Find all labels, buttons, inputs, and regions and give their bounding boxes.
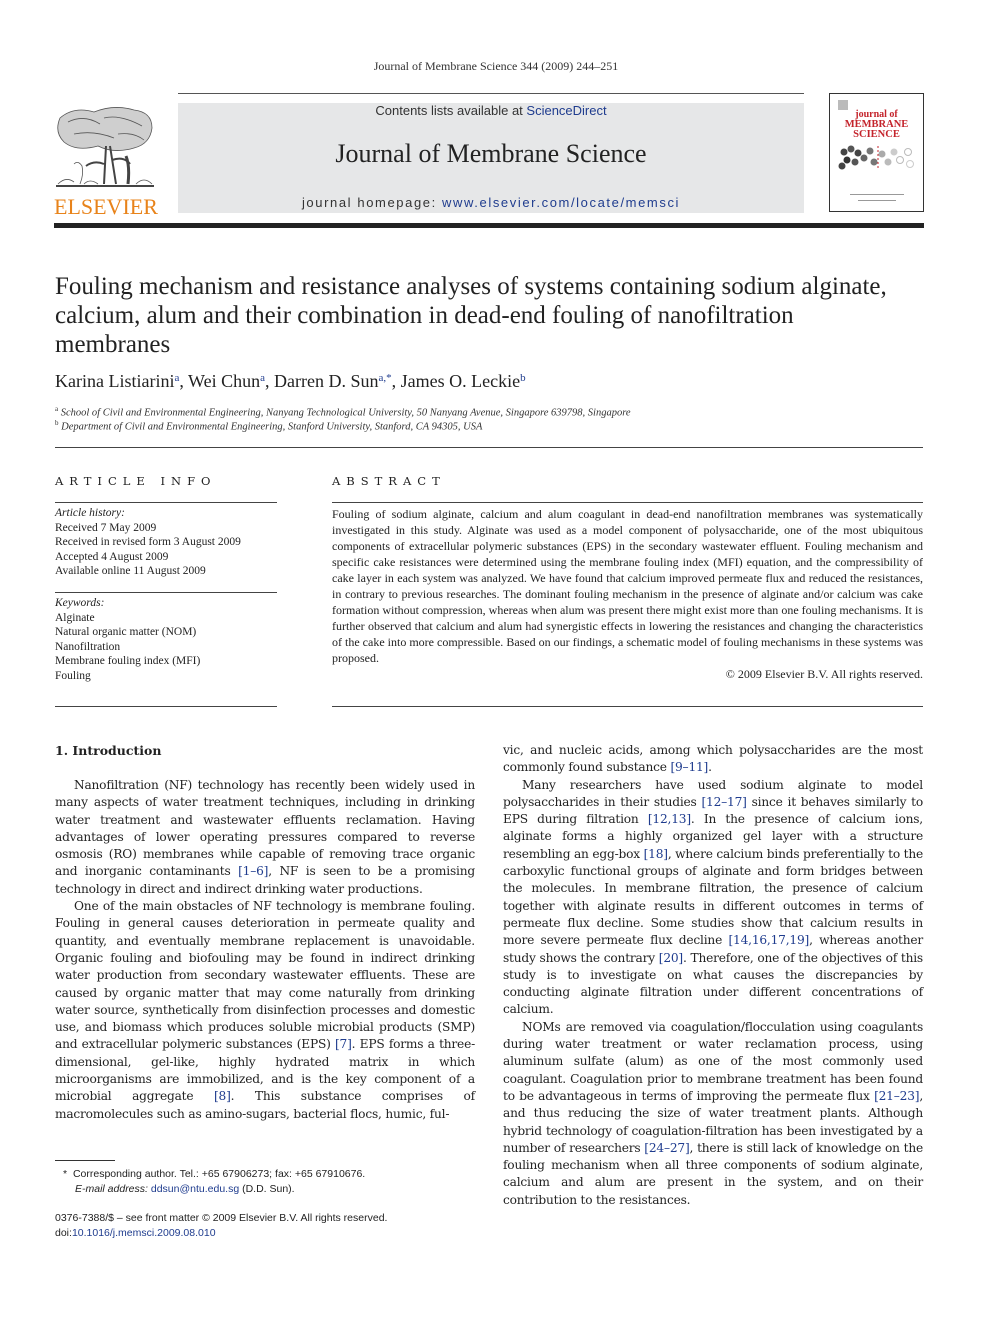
citation-link[interactable]: [21–23] xyxy=(874,1089,919,1103)
abstract-copyright: © 2009 Elsevier B.V. All rights reserved… xyxy=(725,667,923,681)
article-info-rule xyxy=(55,706,277,707)
citation-link[interactable]: [18] xyxy=(644,847,668,861)
elsevier-logo-text: ELSEVIER xyxy=(54,194,158,219)
running-head: Journal of Membrane Science 344 (2009) 2… xyxy=(373,59,619,73)
body-paragraph: Nanofiltration (NF) technology has recen… xyxy=(55,777,475,898)
article-title: Fouling mechanism and resistance analyse… xyxy=(55,273,887,358)
citation-link[interactable]: [7] xyxy=(335,1037,352,1051)
homepage-prefix: journal homepage: xyxy=(301,195,443,210)
author-name: Karina Listiarini xyxy=(55,371,175,391)
journal-title: Journal of Membrane Science xyxy=(335,139,647,168)
sciencedirect-link[interactable]: ScienceDirect xyxy=(526,103,606,118)
front-matter-footnote: 0376-7388/$ – see front matter © 2009 El… xyxy=(55,1211,387,1241)
journal-banner: Contents lists available at ScienceDirec… xyxy=(178,103,804,213)
cover-title: journal of MEMBRANE SCIENCE xyxy=(830,110,923,140)
elsevier-logo[interactable]: ELSEVIER xyxy=(54,104,158,219)
section-divider xyxy=(55,447,923,448)
contents-prefix: Contents lists available at xyxy=(375,103,527,118)
email-suffix: (D.D. Sun). xyxy=(239,1183,295,1195)
citation-link[interactable]: [12–17] xyxy=(701,795,746,809)
history-entry: Received 7 May 2009 xyxy=(55,521,157,534)
masthead-thick-rule xyxy=(54,223,924,228)
header-rule xyxy=(178,93,804,94)
body-paragraph: Many researchers have used sodium algina… xyxy=(503,777,923,1019)
history-entry: Received in revised form 3 August 2009 xyxy=(55,536,241,548)
article-history-label: Article history: xyxy=(55,507,125,519)
footnote-rule xyxy=(55,1160,115,1161)
body-column-left: Nanofiltration (NF) technology has recen… xyxy=(55,777,475,1123)
author-affiliation-mark[interactable]: a,* xyxy=(378,372,391,384)
corresponding-author-footnote: * Corresponding author. Tel.: +65 679062… xyxy=(55,1167,365,1197)
citation-link[interactable]: [24–27] xyxy=(644,1141,689,1155)
author-affiliation-mark[interactable]: a xyxy=(260,372,265,384)
author-list: Karina Listiarinia, Wei Chuna, Darren D.… xyxy=(55,371,526,391)
body-paragraph: vic, and nucleic acids, among which poly… xyxy=(503,742,923,777)
cover-hexagon-pattern-icon xyxy=(838,145,914,170)
issn-line: 0376-7388/$ – see front matter © 2009 El… xyxy=(55,1212,388,1224)
cover-emblem-icon xyxy=(838,100,848,110)
paragraph-text: vic, and nucleic acids, among which poly… xyxy=(503,743,923,775)
cover-title-line: SCIENCE xyxy=(853,129,900,140)
paragraph-text: NOMs are removed via coagulation/floccul… xyxy=(503,1019,923,1103)
cover-footer-line xyxy=(850,194,904,195)
email-label: E-mail address: xyxy=(75,1183,151,1195)
affiliation-mark: b xyxy=(55,419,59,427)
body-column-right: vic, and nucleic acids, among which poly… xyxy=(503,742,923,1209)
keyword: Membrane fouling index (MFI) xyxy=(55,655,201,667)
abstract: Fouling of sodium alginate, calcium and … xyxy=(332,506,923,682)
keywords: Keywords: Alginate Natural organic matte… xyxy=(55,596,277,683)
author-affiliation-mark[interactable]: a xyxy=(174,372,179,384)
keywords-label: Keywords: xyxy=(55,597,105,609)
author-name: James O. Leckie xyxy=(400,371,521,391)
keyword: Fouling xyxy=(55,669,91,682)
abstract-rule xyxy=(332,502,923,503)
homepage-line: journal homepage: www.elsevier.com/locat… xyxy=(178,195,804,210)
affiliation: a School of Civil and Environmental Engi… xyxy=(55,405,631,419)
keyword: Alginate xyxy=(55,611,95,624)
abstract-heading: ABSTRACT xyxy=(332,474,446,488)
author-affiliation-mark[interactable]: b xyxy=(520,372,526,384)
affiliation-text: Department of Civil and Environmental En… xyxy=(61,421,483,433)
citation-link[interactable]: [20] xyxy=(659,951,683,965)
journal-cover-thumbnail[interactable]: journal of MEMBRANE SCIENCE xyxy=(829,93,924,212)
citation-link[interactable]: [14,16,17,19] xyxy=(728,933,809,947)
doi-label: doi: xyxy=(55,1227,72,1239)
affiliation-mark: a xyxy=(55,405,59,413)
history-entry: Accepted 4 August 2009 xyxy=(55,550,169,563)
affiliation: b Department of Civil and Environmental … xyxy=(55,419,482,433)
body-paragraph: One of the main obstacles of NF technolo… xyxy=(55,898,475,1123)
paragraph-text: One of the main obstacles of NF technolo… xyxy=(55,899,475,1052)
homepage-link[interactable]: www.elsevier.com/locate/memsci xyxy=(442,195,680,210)
author-name: Wei Chun xyxy=(188,371,261,391)
keyword: Natural organic matter (NOM) xyxy=(55,626,197,638)
body-paragraph: NOMs are removed via coagulation/floccul… xyxy=(503,1019,923,1209)
email-link[interactable]: ddsun@ntu.edu.sg xyxy=(151,1183,239,1195)
abstract-text: Fouling of sodium alginate, calcium and … xyxy=(332,507,923,665)
keyword: Nanofiltration xyxy=(55,640,121,653)
contents-line: Contents lists available at ScienceDirec… xyxy=(178,103,804,118)
doi-link[interactable]: 10.1016/j.memsci.2009.08.010 xyxy=(72,1227,216,1239)
citation-link[interactable]: [12,13] xyxy=(648,812,691,826)
abstract-rule xyxy=(332,706,923,707)
cover-footer-line xyxy=(858,200,896,201)
affiliation-text: School of Civil and Environmental Engine… xyxy=(60,407,631,419)
history-entry: Available online 11 August 2009 xyxy=(55,565,206,577)
citation-link[interactable]: [9–11] xyxy=(670,760,708,774)
author-name: Darren D. Sun xyxy=(273,371,379,391)
footnote-text: Corresponding author. Tel.: +65 67906273… xyxy=(72,1168,366,1180)
elsevier-tree-icon xyxy=(56,107,154,187)
footnote-mark: * xyxy=(63,1168,68,1180)
citation-link[interactable]: [8] xyxy=(214,1089,231,1103)
article-history: Article history: Received 7 May 2009 Rec… xyxy=(55,506,277,579)
section-heading-introduction: 1. Introduction xyxy=(55,743,162,758)
article-info-rule xyxy=(55,592,277,593)
article-info-heading: ARTICLE INFO xyxy=(55,474,217,488)
article-info-rule xyxy=(55,502,277,503)
paragraph-text: . xyxy=(708,760,712,775)
citation-link[interactable]: [1–6] xyxy=(238,864,268,878)
